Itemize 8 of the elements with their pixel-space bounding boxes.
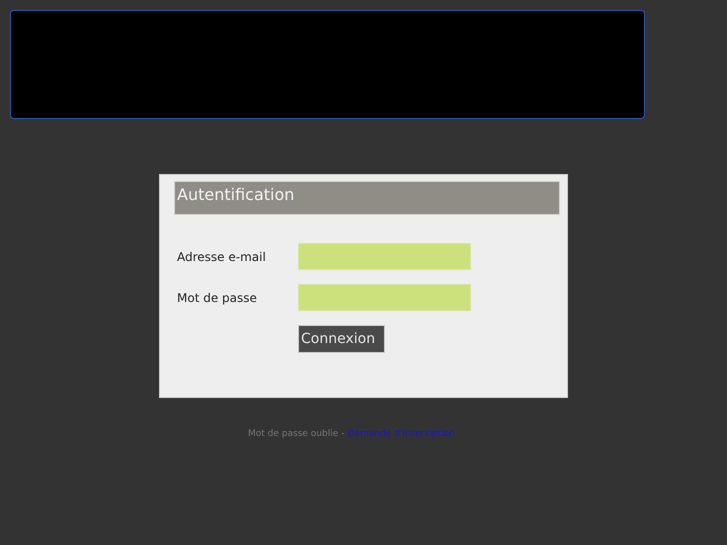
input-field[interactable] xyxy=(298,284,471,311)
panel-title: Autentification xyxy=(174,181,560,215)
field-label: Mot de passe xyxy=(176,290,258,304)
input-field[interactable] xyxy=(298,243,471,270)
separator-text: - xyxy=(341,429,344,439)
login-button[interactable]: Connexion xyxy=(298,325,385,353)
field-label: Adresse e-mail xyxy=(176,250,267,264)
forgot-password-link[interactable]: Mot de passe oublie xyxy=(248,429,338,439)
